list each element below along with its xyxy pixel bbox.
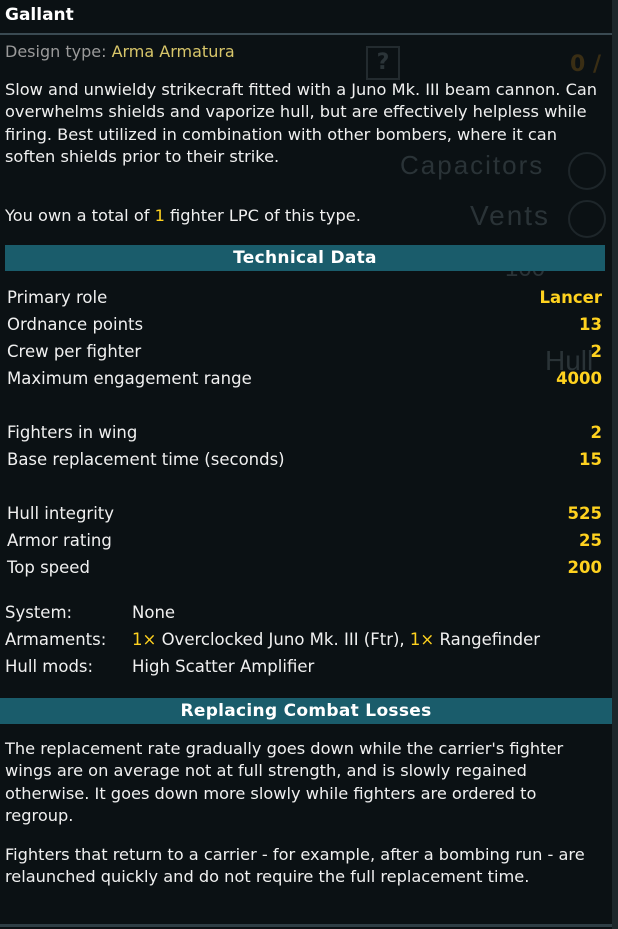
stat-row: Primary role Lancer bbox=[7, 286, 602, 310]
stat-label: Crew per fighter bbox=[7, 342, 142, 361]
stat-row: Hull integrity 525 bbox=[7, 502, 602, 526]
stat-label: Top speed bbox=[7, 558, 90, 577]
stat-label: Primary role bbox=[7, 288, 108, 307]
stat-row: Maximum engagement range 4000 bbox=[7, 367, 602, 391]
fighter-description: Slow and unwieldy strikecraft fitted wit… bbox=[5, 80, 598, 166]
stat-label: Hull integrity bbox=[7, 504, 115, 523]
bottom-divider bbox=[0, 924, 612, 927]
armaments-label: Armaments: bbox=[5, 630, 107, 649]
combat-losses-paragraph: The replacement rate gradually goes down… bbox=[5, 739, 564, 825]
stat-row: Ordnance points 13 bbox=[7, 313, 602, 337]
ownership-line: You own a total of 1 fighter LPC of this… bbox=[5, 206, 361, 225]
hull-mods-value: High Scatter Amplifier bbox=[132, 657, 315, 676]
stat-value: 15 bbox=[579, 450, 602, 469]
stat-row: Crew per fighter 2 bbox=[7, 340, 602, 364]
stat-row: Fighters in wing 2 bbox=[7, 421, 602, 445]
stat-value: 200 bbox=[567, 558, 602, 577]
stat-label: Armor rating bbox=[7, 531, 112, 550]
armament-item: Overclocked Juno Mk. III (Ftr), bbox=[156, 630, 410, 649]
hull-mods-label: Hull mods: bbox=[5, 657, 94, 676]
stat-label: Fighters in wing bbox=[7, 423, 138, 442]
stat-label: Base replacement time (seconds) bbox=[7, 450, 285, 469]
stat-label: Maximum engagement range bbox=[7, 369, 252, 388]
stat-value: 2 bbox=[590, 423, 602, 442]
ownership-count: 1 bbox=[154, 206, 165, 225]
scrollbar-track[interactable] bbox=[612, 0, 618, 929]
combat-losses-paragraph: Fighters that return to a carrier - for … bbox=[5, 845, 585, 887]
armament-quantity: 1× bbox=[409, 630, 435, 649]
design-type: Design type: Arma Armatura bbox=[5, 42, 235, 61]
system-label: System: bbox=[5, 603, 73, 622]
title-divider bbox=[0, 33, 618, 35]
stat-value: 2 bbox=[590, 342, 602, 361]
stat-value: 4000 bbox=[556, 369, 602, 388]
stat-value: 25 bbox=[579, 531, 602, 550]
armament-quantity: 1× bbox=[132, 630, 157, 649]
fighter-tooltip: Gallant Design type: Arma Armatura Slow … bbox=[0, 0, 618, 929]
stat-value: 525 bbox=[567, 504, 602, 523]
design-type-label: Design type: bbox=[5, 42, 107, 61]
stat-value: 13 bbox=[579, 315, 602, 334]
armaments-value: 1× Overclocked Juno Mk. III (Ftr), 1× Ra… bbox=[132, 628, 540, 652]
technical-data-header: Technical Data bbox=[5, 245, 605, 271]
combat-losses-header: Replacing Combat Losses bbox=[0, 698, 612, 724]
stat-row: Base replacement time (seconds) 15 bbox=[7, 448, 602, 472]
stat-label: Ordnance points bbox=[7, 315, 144, 334]
stat-row: Top speed 200 bbox=[7, 556, 602, 580]
stat-row: Armor rating 25 bbox=[7, 529, 602, 553]
ownership-prefix: You own a total of bbox=[5, 206, 155, 225]
armament-item: Rangefinder bbox=[434, 630, 541, 649]
ownership-suffix: fighter LPC of this type. bbox=[164, 206, 361, 225]
system-value: None bbox=[132, 603, 176, 622]
design-type-value: Arma Armatura bbox=[111, 42, 235, 61]
stat-value: Lancer bbox=[539, 288, 602, 307]
fighter-title: Gallant bbox=[5, 5, 74, 25]
